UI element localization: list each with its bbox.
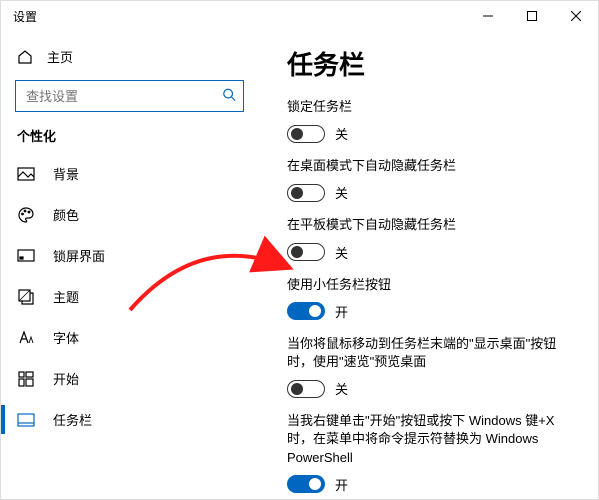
toggle-state-text: 关 bbox=[335, 243, 348, 262]
toggle-autohide-desktop[interactable] bbox=[287, 184, 325, 202]
toggle-lock-taskbar[interactable] bbox=[287, 125, 325, 143]
taskbar-icon bbox=[17, 411, 35, 429]
sidebar-item-colors[interactable]: 颜色 bbox=[1, 194, 258, 235]
toggle-peek-desktop[interactable] bbox=[287, 380, 325, 398]
toggle-powershell[interactable] bbox=[287, 475, 325, 493]
toggle-state-text: 开 bbox=[335, 302, 348, 321]
home-link[interactable]: 主页 bbox=[1, 39, 258, 76]
window-title: 设置 bbox=[13, 8, 37, 25]
sidebar-item-lockscreen[interactable]: 锁屏界面 bbox=[1, 235, 258, 276]
sidebar-nav: 背景 颜色 锁屏界面 主题 字体 bbox=[1, 153, 258, 440]
picture-icon bbox=[17, 165, 35, 183]
toggle-state-text: 关 bbox=[335, 379, 348, 398]
setting-lock-taskbar: 锁定任务栏 关 bbox=[287, 98, 570, 143]
setting-label: 在平板模式下自动隐藏任务栏 bbox=[287, 216, 570, 234]
sidebar-item-themes[interactable]: 主题 bbox=[1, 276, 258, 317]
start-icon bbox=[17, 370, 35, 388]
setting-autohide-desktop: 在桌面模式下自动隐藏任务栏 关 bbox=[287, 157, 570, 202]
toggle-small-buttons[interactable] bbox=[287, 302, 325, 320]
sidebar: 主页 个性化 背景 颜色 bbox=[1, 31, 259, 499]
sidebar-item-background[interactable]: 背景 bbox=[1, 153, 258, 194]
sidebar-item-label: 字体 bbox=[53, 328, 79, 347]
setting-peek-desktop: 当你将鼠标移动到任务栏末端的"显示桌面"按钮时，使用"速览"预览桌面 关 bbox=[287, 335, 570, 398]
setting-label: 当我右键单击"开始"按钮或按下 Windows 键+X 时，在菜单中将命令提示符… bbox=[287, 412, 570, 467]
sidebar-item-label: 开始 bbox=[53, 369, 79, 388]
minimize-button[interactable] bbox=[466, 1, 510, 31]
minimize-icon bbox=[483, 11, 493, 21]
sidebar-item-label: 锁屏界面 bbox=[53, 246, 105, 265]
toggle-state-text: 关 bbox=[335, 124, 348, 143]
search-box[interactable] bbox=[15, 80, 244, 112]
themes-icon bbox=[17, 288, 35, 306]
palette-icon bbox=[17, 206, 35, 224]
sidebar-item-label: 背景 bbox=[53, 164, 79, 183]
toggle-autohide-tablet[interactable] bbox=[287, 243, 325, 261]
maximize-icon bbox=[527, 11, 537, 21]
setting-label: 在桌面模式下自动隐藏任务栏 bbox=[287, 157, 570, 175]
window-controls bbox=[466, 1, 598, 31]
home-icon bbox=[17, 49, 33, 65]
settings-window: 设置 主页 bbox=[0, 0, 599, 500]
setting-powershell: 当我右键单击"开始"按钮或按下 Windows 键+X 时，在菜单中将命令提示符… bbox=[287, 412, 570, 494]
sidebar-section-label: 个性化 bbox=[1, 126, 258, 153]
toggle-state-text: 关 bbox=[335, 183, 348, 202]
page-title: 任务栏 bbox=[287, 45, 570, 82]
maximize-button[interactable] bbox=[510, 1, 554, 31]
sidebar-item-fonts[interactable]: 字体 bbox=[1, 317, 258, 358]
sidebar-item-taskbar[interactable]: 任务栏 bbox=[1, 399, 258, 440]
setting-label: 当你将鼠标移动到任务栏末端的"显示桌面"按钮时，使用"速览"预览桌面 bbox=[287, 335, 570, 371]
sidebar-item-start[interactable]: 开始 bbox=[1, 358, 258, 399]
search-input[interactable] bbox=[15, 80, 244, 112]
lockscreen-icon bbox=[17, 247, 35, 265]
setting-small-buttons: 使用小任务栏按钮 开 bbox=[287, 276, 570, 321]
home-label: 主页 bbox=[47, 47, 73, 66]
sidebar-item-label: 颜色 bbox=[53, 205, 79, 224]
setting-autohide-tablet: 在平板模式下自动隐藏任务栏 关 bbox=[287, 216, 570, 261]
content-panel: 任务栏 锁定任务栏 关 在桌面模式下自动隐藏任务栏 关 在平板模式下自动隐藏任务… bbox=[259, 31, 598, 499]
setting-label: 使用小任务栏按钮 bbox=[287, 276, 570, 294]
toggle-state-text: 开 bbox=[335, 475, 348, 494]
titlebar: 设置 bbox=[1, 1, 598, 31]
sidebar-item-label: 任务栏 bbox=[53, 410, 92, 429]
close-icon bbox=[571, 11, 581, 21]
close-button[interactable] bbox=[554, 1, 598, 31]
setting-label: 锁定任务栏 bbox=[287, 98, 570, 116]
sidebar-item-label: 主题 bbox=[53, 287, 79, 306]
fonts-icon bbox=[17, 329, 35, 347]
search-icon bbox=[222, 88, 236, 105]
